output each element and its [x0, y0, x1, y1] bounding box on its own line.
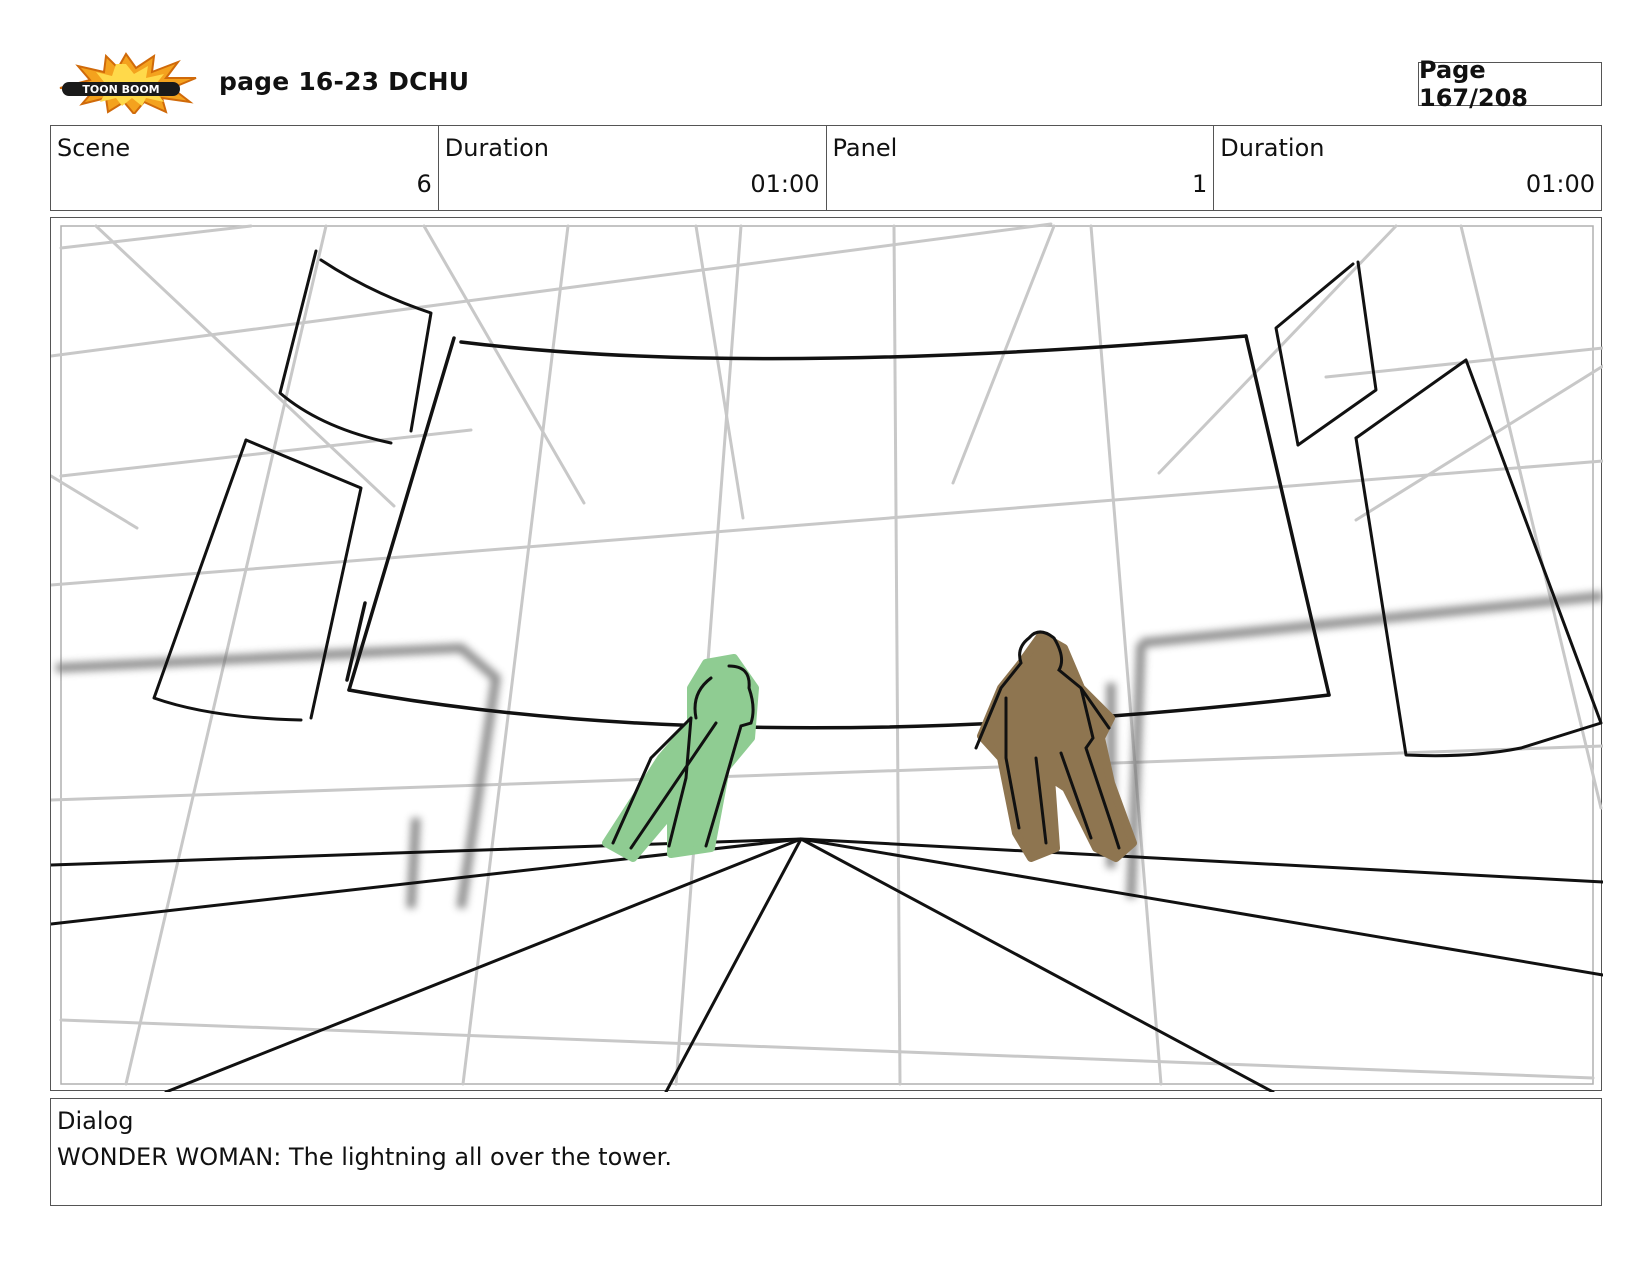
- scene-label: Scene: [57, 134, 131, 162]
- scene-duration-cell: Duration 01:00: [439, 126, 827, 210]
- scene-duration-label: Duration: [444, 134, 549, 162]
- scene-value: 6: [416, 170, 432, 198]
- panel-sketch: [51, 222, 1603, 1092]
- document-title: page 16-23 DCHU: [219, 67, 470, 96]
- page-number: Page 167/208: [1418, 56, 1602, 112]
- scene-cell: Scene 6: [51, 126, 439, 210]
- panel-duration-value: 01:00: [1525, 170, 1595, 198]
- dialog-label: Dialog: [57, 1107, 134, 1135]
- dialog-box: Dialog WONDER WOMAN: The lightning all o…: [50, 1098, 1602, 1206]
- svg-text:TOON BOOM: TOON BOOM: [82, 83, 159, 96]
- green-figure: [602, 654, 759, 862]
- storyboard-panel: [50, 217, 1603, 1092]
- panel-cell: Panel 1: [827, 126, 1215, 210]
- panel-duration-cell: Duration 01:00: [1214, 126, 1601, 210]
- dialog-text: WONDER WOMAN: The lightning all over the…: [57, 1143, 672, 1171]
- scene-info-table: Scene 6 Duration 01:00 Panel 1 Duration …: [50, 125, 1602, 211]
- big-screen-sketch: [345, 334, 1331, 730]
- scene-duration-value: 01:00: [750, 170, 820, 198]
- ground-lines: [51, 837, 1603, 1092]
- panel-label: Panel: [832, 134, 898, 162]
- panel-duration-label: Duration: [1220, 134, 1325, 162]
- panel-value: 1: [1191, 170, 1208, 198]
- blurred-scaffold: [55, 591, 1603, 909]
- toon-boom-logo: TOON BOOM: [56, 52, 198, 116]
